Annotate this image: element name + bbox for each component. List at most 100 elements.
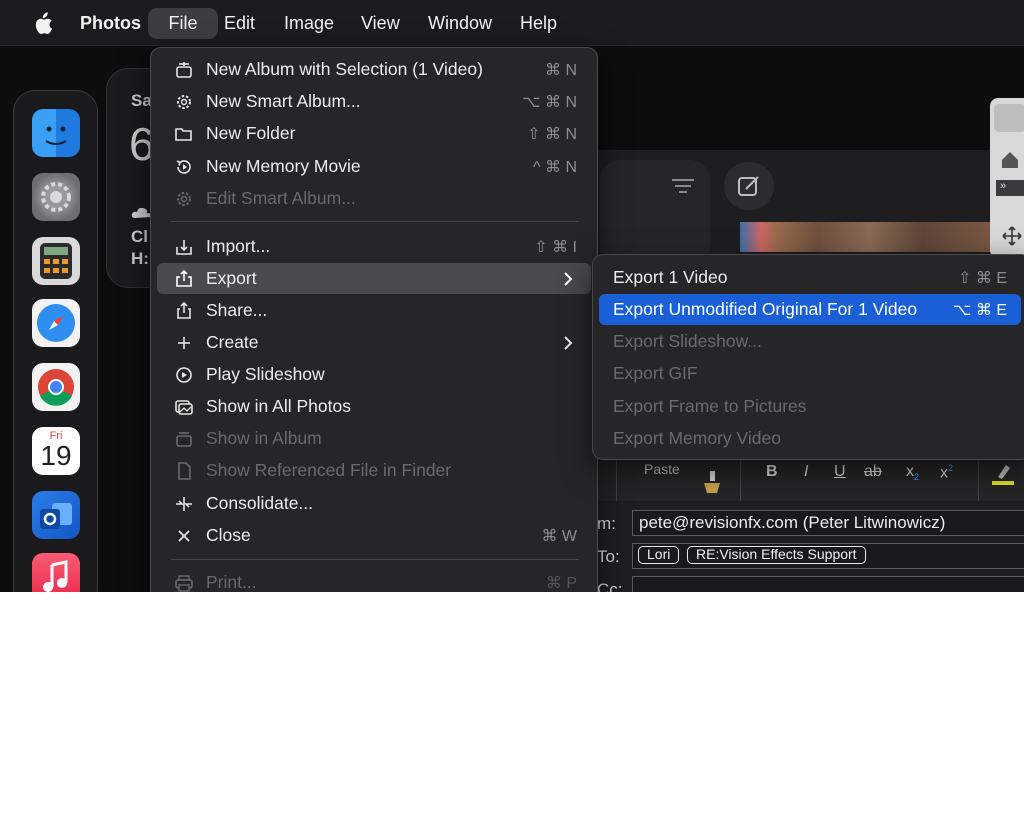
menu-item-new-folder[interactable]: New Folder ⇧ ⌘ N (157, 118, 591, 149)
menu-separator (171, 559, 579, 560)
menu-help[interactable]: Help (505, 8, 572, 39)
menu-item-label: Consolidate... (206, 493, 314, 513)
menu-item-label: Edit Smart Album... (206, 188, 356, 208)
italic-button[interactable]: I (804, 463, 808, 481)
strikethrough-button[interactable]: ab (864, 463, 882, 481)
close-icon (178, 530, 190, 542)
menu-item-play-slideshow[interactable]: Play Slideshow (157, 359, 591, 390)
album-add-icon (176, 62, 192, 78)
compose-icon (738, 176, 759, 196)
plus-icon (178, 337, 190, 349)
menu-file[interactable]: File (148, 8, 218, 39)
menu-item-new-album-with-selection[interactable]: New Album with Selection (1 Video) ⌘ N (157, 54, 591, 85)
cc-label: Cc: (597, 580, 623, 592)
screenshot-area: Fri 19 Sa 6 Cl H: » Paste B I U ab x2 x2… (0, 0, 1024, 592)
submenu-item-label: Export 1 Video (613, 267, 728, 287)
menu-item-shortcut: ⌘ P (545, 575, 577, 592)
safari-icon[interactable] (32, 299, 80, 347)
menu-image[interactable]: Image (269, 8, 349, 39)
menu-item-shortcut: ⌥ ⌘ N (522, 94, 577, 111)
menu-item-label: Show in Album (206, 428, 322, 448)
submenu-item-label: Export Slideshow... (613, 331, 762, 351)
menu-item-show-in-album: Show in Album (157, 423, 591, 454)
menu-item-share[interactable]: Share... (157, 295, 591, 326)
menu-item-new-memory-movie[interactable]: New Memory Movie ^ ⌘ N (157, 151, 591, 182)
calculator-icon[interactable] (32, 237, 80, 285)
submenu-item-label: Export Unmodified Original For 1 Video (613, 299, 918, 319)
menu-item-label: Export (206, 268, 257, 288)
menu-separator (171, 221, 579, 222)
finder-icon[interactable] (32, 109, 80, 157)
menu-item-shortcut: ⇧ ⌘ N (527, 126, 577, 143)
underline-button[interactable]: U (834, 463, 846, 481)
submenu-item-label: Export Memory Video (613, 428, 781, 448)
recipient-chip[interactable]: RE:Vision Effects Support (687, 546, 866, 564)
menu-item-label: Play Slideshow (206, 364, 325, 384)
menu-item-label: Show in All Photos (206, 396, 351, 416)
menu-item-consolidate[interactable]: Consolidate... (157, 488, 591, 519)
subscript-button[interactable]: x2 (906, 463, 919, 482)
menu-item-export[interactable]: Export (157, 263, 591, 294)
share-icon (177, 302, 191, 319)
menu-item-shortcut: ⇧ ⌘ I (534, 239, 577, 256)
print-icon (175, 575, 193, 592)
outlook-icon[interactable] (32, 491, 80, 539)
submenu-item-shortcut: ⇧ ⌘ E (958, 270, 1007, 287)
submenu-item-shortcut: ⌥ ⌘ E (953, 302, 1007, 319)
menu-item-label: New Memory Movie (206, 156, 361, 176)
folder-icon (175, 128, 192, 141)
app-menu-photos[interactable]: Photos (65, 8, 156, 39)
menu-item-print: Print... ⌘ P (157, 567, 591, 592)
memory-icon (176, 160, 191, 174)
system-settings-icon[interactable] (32, 173, 80, 221)
menu-item-import[interactable]: Import... ⇧ ⌘ I (157, 231, 591, 262)
menu-item-show-in-all-photos[interactable]: Show in All Photos (157, 391, 591, 422)
move-icon[interactable] (1002, 226, 1022, 246)
menu-item-label: Show Referenced File in Finder (206, 460, 452, 480)
bold-button[interactable]: B (766, 463, 778, 481)
menu-item-label: Print... (206, 572, 257, 592)
menu-item-shortcut: ⌘ W (541, 528, 577, 545)
compose-button[interactable] (724, 162, 774, 210)
menu-item-label: Share... (206, 300, 268, 320)
submenu-item-export-slideshow: Export Slideshow... (599, 326, 1021, 357)
home-icon[interactable] (1000, 150, 1020, 170)
menu-item-close[interactable]: Close ⌘ W (157, 520, 591, 551)
highlight-icon[interactable] (990, 463, 1016, 485)
submenu-item-export-gif: Export GIF (599, 358, 1021, 389)
cc-field[interactable] (632, 576, 1024, 592)
menu-window[interactable]: Window (413, 8, 507, 39)
to-label: To: (597, 547, 620, 566)
menu-view[interactable]: View (346, 8, 415, 39)
menu-item-label: New Folder (206, 123, 296, 143)
recipient-chip[interactable]: Lori (638, 546, 680, 564)
superscript-button[interactable]: x2 (940, 463, 953, 482)
menu-item-new-smart-album[interactable]: New Smart Album... ⌥ ⌘ N (157, 86, 591, 117)
photos-icon (175, 400, 193, 415)
menu-item-edit-smart-album: Edit Smart Album... (157, 183, 591, 214)
palette-expand[interactable]: » (996, 180, 1024, 196)
widget-high: H: (131, 249, 149, 268)
menu-edit[interactable]: Edit (209, 8, 270, 39)
music-icon[interactable] (32, 553, 80, 592)
submenu-item-label: Export GIF (613, 363, 698, 383)
gear-icon (177, 95, 191, 109)
export-icon (176, 270, 192, 287)
submenu-item-export-memory-video: Export Memory Video (599, 423, 1021, 454)
file-menu: New Album with Selection (1 Video) ⌘ N N… (150, 47, 598, 592)
calendar-icon[interactable]: Fri 19 (32, 427, 80, 475)
submenu-item-export-video[interactable]: Export 1 Video ⇧ ⌘ E (599, 262, 1021, 293)
apple-icon[interactable] (33, 12, 53, 36)
import-icon (176, 240, 192, 255)
submenu-item-export-unmodified-original[interactable]: Export Unmodified Original For 1 Video ⌥… (599, 294, 1021, 325)
from-field[interactable]: pete@revisionfx.com (Peter Litwinowicz) (632, 510, 1024, 536)
chevron-right-icon (564, 272, 573, 286)
menu-item-shortcut: ⌘ N (545, 62, 577, 79)
chrome-icon[interactable] (32, 363, 80, 411)
menu-item-create[interactable]: Create (157, 327, 591, 358)
chevron-right-icon (564, 336, 573, 350)
file-icon (178, 462, 191, 480)
album-icon (176, 432, 192, 447)
format-painter-icon[interactable] (702, 471, 722, 493)
photo-thumbnail[interactable] (740, 222, 1000, 252)
